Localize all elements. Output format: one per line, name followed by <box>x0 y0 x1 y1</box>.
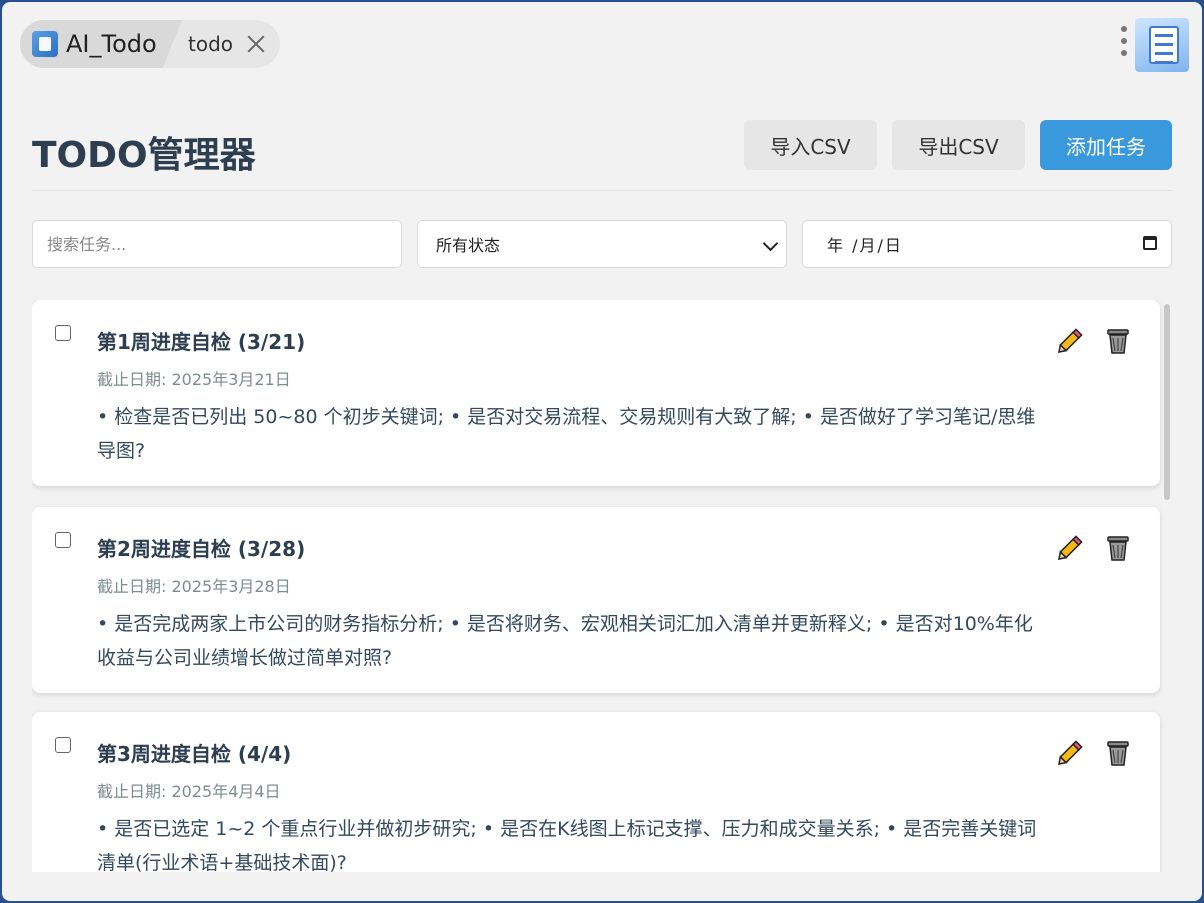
page-title: TODO管理器 <box>32 135 256 176</box>
task-card: 第2周进度自检 (3/28) 截止日期: 2025年3月28日 • 是否完成两家… <box>32 507 1160 693</box>
export-csv-button[interactable]: 导出CSV <box>892 120 1025 170</box>
avatar[interactable] <box>1135 18 1189 72</box>
add-task-button[interactable]: 添加任务 <box>1040 120 1172 170</box>
task-list: 第1周进度自检 (3/21) 截止日期: 2025年3月21日 • 检查是否已列… <box>32 300 1172 872</box>
task-card: 第1周进度自检 (3/21) 截止日期: 2025年3月21日 • 检查是否已列… <box>32 300 1160 486</box>
task-title: 第1周进度自检 (3/21) <box>97 330 306 354</box>
app-name: AI_Todo <box>66 30 157 58</box>
task-description: • 是否已选定 1~2 个重点行业并做初步研究; • 是否在K线图上标记支撑、压… <box>97 818 1037 872</box>
status-select-value: 所有状态 <box>436 236 501 255</box>
chevron-down-icon <box>762 235 779 252</box>
more-menu-icon[interactable] <box>1116 26 1132 62</box>
breadcrumb: AI_Todo todo <box>20 20 280 68</box>
app-window: AI_Todo todo TODO管理器 导入CSV 导出CSV 添加任务 所有… <box>2 2 1202 901</box>
todo-list-icon <box>1149 26 1179 64</box>
search-input[interactable] <box>45 233 389 255</box>
trash-icon[interactable] <box>1103 532 1133 562</box>
breadcrumb-page[interactable]: todo <box>188 20 267 68</box>
pencil-icon[interactable] <box>1056 325 1086 355</box>
page-tab-label: todo <box>188 32 234 56</box>
pencil-icon[interactable] <box>1056 532 1086 562</box>
task-checkbox[interactable] <box>55 532 71 548</box>
task-title: 第3周进度自检 (4/4) <box>97 742 292 766</box>
trash-icon[interactable] <box>1103 325 1133 355</box>
trash-icon[interactable] <box>1103 737 1133 767</box>
task-due-date: 截止日期: 2025年4月4日 <box>97 782 281 801</box>
status-select[interactable]: 所有状态 <box>417 220 787 268</box>
title-bar: AI_Todo todo <box>2 2 1202 90</box>
task-due-date: 截止日期: 2025年3月28日 <box>97 577 291 596</box>
task-description: • 是否完成两家上市公司的财务指标分析; • 是否将财务、宏观相关词汇加入清单并… <box>97 613 1033 669</box>
task-due-date: 截止日期: 2025年3月21日 <box>97 370 291 389</box>
task-description: • 检查是否已列出 50~80 个初步关键词; • 是否对交易流程、交易规则有大… <box>97 406 1036 462</box>
date-field-value: 年 /月/日 <box>827 236 903 255</box>
header-divider <box>32 190 1172 191</box>
task-title: 第2周进度自检 (3/28) <box>97 537 306 561</box>
task-list-scrollbar[interactable] <box>1164 304 1170 500</box>
import-csv-button[interactable]: 导入CSV <box>744 120 877 170</box>
calendar-icon[interactable] <box>1143 236 1157 250</box>
filter-bar: 所有状态 年 /月/日 <box>32 220 1172 270</box>
app-logo-icon <box>32 31 58 57</box>
date-field[interactable]: 年 /月/日 <box>802 220 1172 268</box>
pencil-icon[interactable] <box>1056 737 1086 767</box>
breadcrumb-app[interactable]: AI_Todo <box>20 20 182 68</box>
task-checkbox[interactable] <box>55 325 71 341</box>
task-checkbox[interactable] <box>55 737 71 753</box>
task-card: 第3周进度自检 (4/4) 截止日期: 2025年4月4日 • 是否已选定 1~… <box>32 712 1160 872</box>
close-icon[interactable] <box>245 33 267 55</box>
page-header: TODO管理器 导入CSV 导出CSV 添加任务 <box>32 120 1172 190</box>
search-field <box>32 220 402 268</box>
